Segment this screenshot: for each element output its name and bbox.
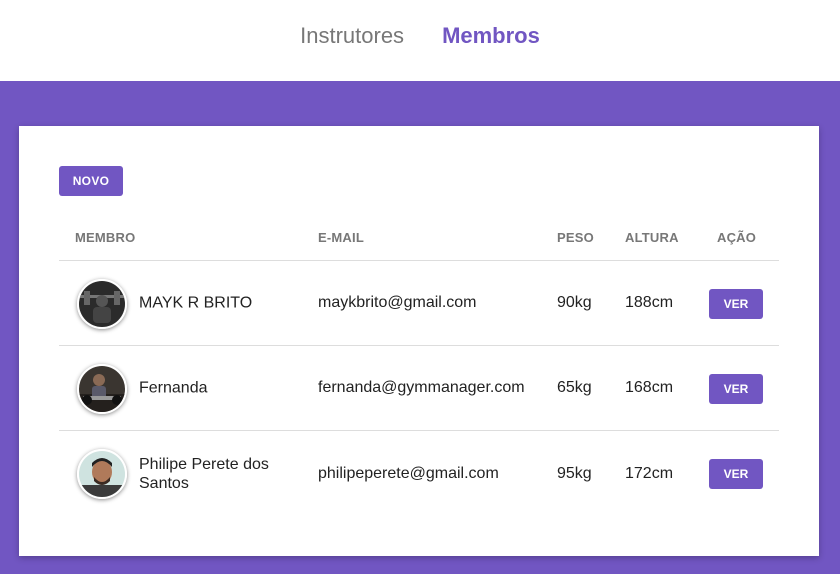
member-height: 172cm bbox=[625, 464, 674, 482]
top-navigation: Instrutores Membros bbox=[0, 0, 840, 81]
nav-link-instrutores[interactable]: Instrutores bbox=[300, 23, 404, 49]
view-member-button[interactable]: VER bbox=[709, 459, 763, 489]
member-name: MAYK R BRITO bbox=[139, 294, 253, 312]
avatar bbox=[77, 449, 127, 499]
members-card: NOVO MEMBRO E-MAIL PESO ALTURA AÇÃO MAYK… bbox=[19, 126, 819, 556]
table-row: Philipe Perete dos Santos philipeperete@… bbox=[59, 431, 779, 516]
nav-link-membros[interactable]: Membros bbox=[442, 23, 540, 49]
member-weight: 65kg bbox=[557, 379, 592, 396]
avatar bbox=[77, 364, 127, 414]
member-email: philipeperete@gmail.com bbox=[318, 464, 499, 482]
table-header: MEMBRO E-MAIL PESO ALTURA AÇÃO bbox=[59, 216, 779, 261]
column-header-acao: AÇÃO bbox=[717, 230, 757, 245]
column-header-membro: MEMBRO bbox=[75, 230, 136, 245]
table-row: MAYK R BRITO maykbrito@gmail.com 90kg 18… bbox=[59, 261, 779, 346]
column-header-altura: ALTURA bbox=[625, 230, 679, 245]
member-height: 168cm bbox=[625, 379, 674, 396]
column-header-peso: PESO bbox=[557, 230, 594, 245]
member-weight: 95kg bbox=[557, 464, 592, 482]
member-email: maykbrito@gmail.com bbox=[318, 294, 477, 311]
view-member-button[interactable]: VER bbox=[709, 289, 763, 319]
avatar bbox=[77, 279, 127, 329]
column-header-email: E-MAIL bbox=[318, 230, 364, 245]
member-height: 188cm bbox=[625, 294, 674, 311]
member-name: Fernanda bbox=[139, 379, 208, 397]
member-name: Philipe Perete dos Santos bbox=[139, 455, 269, 492]
member-weight: 90kg bbox=[557, 294, 592, 311]
new-member-button[interactable]: NOVO bbox=[59, 166, 123, 196]
member-email: fernanda@gymmanager.com bbox=[318, 379, 525, 396]
table-row: Fernanda fernanda@gymmanager.com 65kg 16… bbox=[59, 346, 779, 431]
view-member-button[interactable]: VER bbox=[709, 374, 763, 404]
